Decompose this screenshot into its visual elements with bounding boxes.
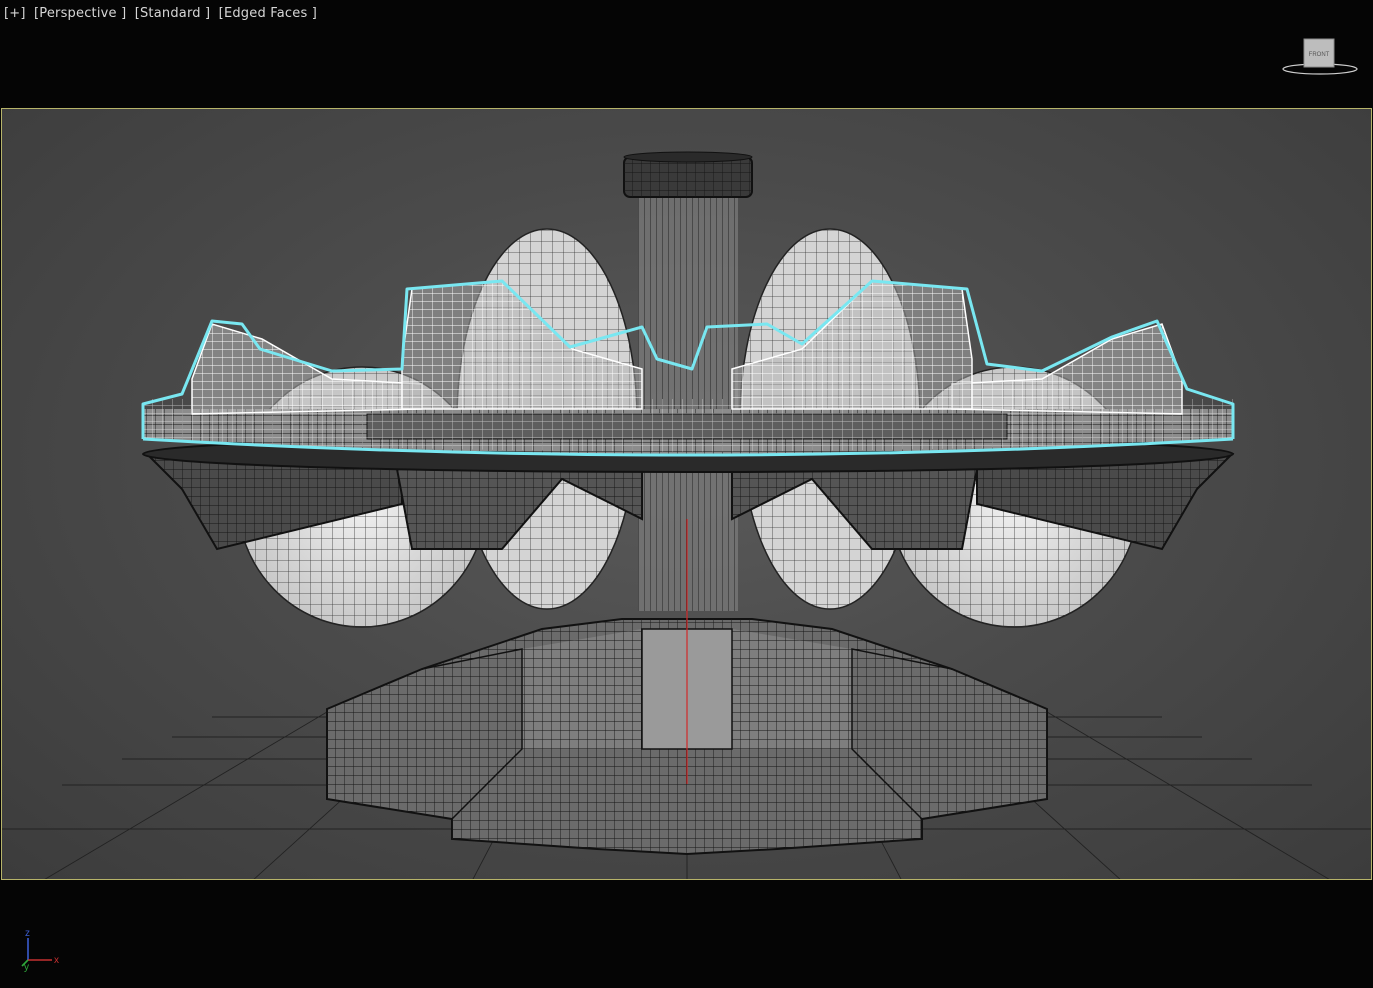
viewcube[interactable]: FRONT bbox=[1282, 36, 1358, 78]
y-axis-label: y bbox=[24, 962, 29, 972]
viewport[interactable]: [+] [Perspective ] [Standard ] [Edged Fa… bbox=[0, 0, 1373, 988]
axis-tripod: z y x bbox=[21, 928, 59, 972]
viewport-shading-style-menu[interactable]: [Standard ] bbox=[135, 6, 211, 21]
viewport-label-menu[interactable]: [+] [Perspective ] [Standard ] [Edged Fa… bbox=[4, 6, 321, 21]
x-axis-label: x bbox=[54, 955, 59, 966]
viewport-view-menu[interactable]: [Perspective ] bbox=[34, 6, 126, 21]
viewport-display-mode-menu[interactable]: [Edged Faces ] bbox=[219, 6, 317, 21]
safe-frame bbox=[1, 108, 1372, 880]
viewcube-face-label: FRONT bbox=[1309, 52, 1330, 58]
z-axis-label: z bbox=[25, 928, 30, 939]
scene-canvas[interactable] bbox=[2, 109, 1372, 880]
viewport-plus-menu[interactable]: [+] bbox=[4, 6, 26, 21]
